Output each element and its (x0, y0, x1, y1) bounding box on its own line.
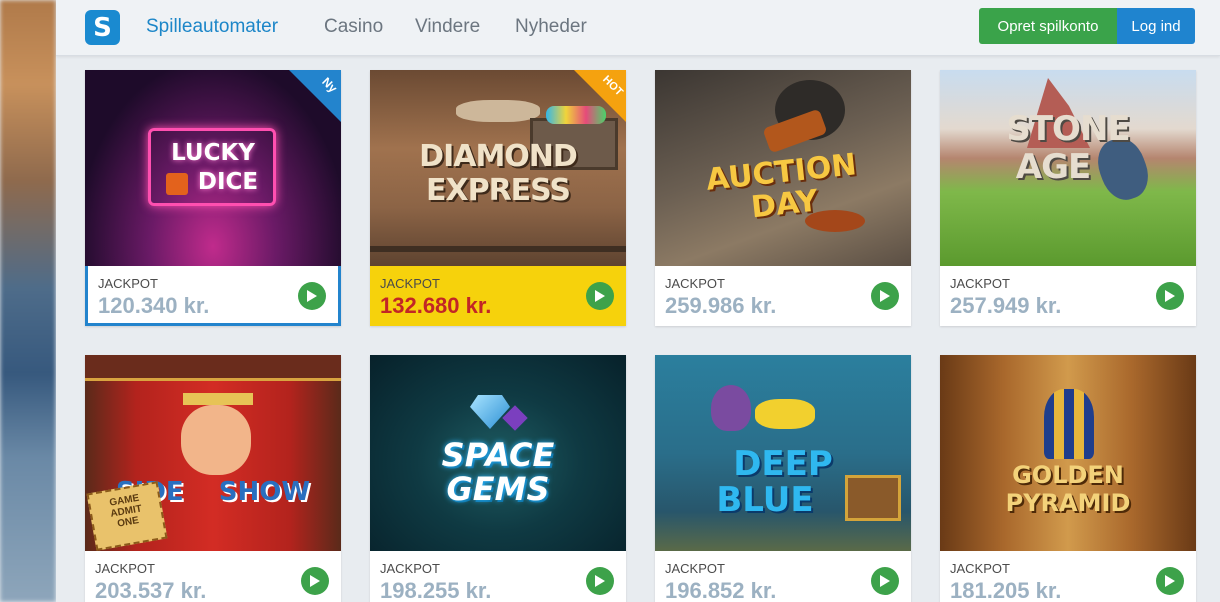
jackpot-label: JACKPOT (380, 276, 440, 291)
jackpot-panel: JACKPOT 120.340 kr. (85, 266, 341, 326)
jackpot-panel: JACKPOT 132.680 kr. (370, 266, 626, 326)
nav-casino[interactable]: Casino (324, 16, 383, 38)
background-blur (0, 0, 56, 602)
skull-art (456, 100, 540, 122)
jackpot-label: JACKPOT (665, 561, 725, 576)
game-thumbnail[interactable]: AUCTION DAY (655, 70, 911, 266)
game-title-line: EXPRESS (425, 173, 571, 208)
game-card-space-gems[interactable]: SPACE GEMS JACKPOT 198.255 kr. (370, 355, 626, 602)
play-icon[interactable] (1156, 567, 1184, 595)
nav-spilleautomater[interactable]: Spilleautomater (146, 16, 278, 38)
game-card-auction-day[interactable]: AUCTION DAY JACKPOT 259.986 kr. (655, 70, 911, 326)
play-icon[interactable] (871, 282, 899, 310)
game-title-line: GOLDEN (1012, 461, 1124, 489)
pharaoh-mask-art (1044, 389, 1094, 459)
play-icon[interactable] (1156, 282, 1184, 310)
logo-letter: S (93, 12, 112, 43)
jackpot-panel: JACKPOT 257.949 kr. (940, 266, 1196, 326)
game-thumbnail[interactable]: DEEP BLUE (655, 355, 911, 551)
stage-top-art (85, 355, 341, 381)
jackpot-label: JACKPOT (950, 561, 1010, 576)
jackpot-panel: JACKPOT 181.205 kr. (940, 551, 1196, 602)
jackpot-value: 181.205 kr. (950, 578, 1062, 602)
logo-icon[interactable]: S (85, 10, 120, 45)
rail-track (370, 246, 626, 252)
jackpot-label: JACKPOT (950, 276, 1010, 291)
jackpot-value: 203.537 kr. (95, 578, 207, 602)
jackpot-label: JACKPOT (665, 276, 725, 291)
jackpot-label: JACKPOT (98, 276, 158, 291)
hat-art (183, 393, 253, 405)
game-card-golden-pyramid[interactable]: GOLDEN PYRAMID JACKPOT 181.205 kr. (940, 355, 1196, 602)
jackpot-value: 196.852 kr. (665, 578, 777, 602)
jackpot-value: 132.680 kr. (380, 293, 492, 318)
jackpot-panel: JACKPOT 203.537 kr. (85, 551, 341, 602)
play-icon[interactable] (301, 567, 329, 595)
game-title-line: SHOW (218, 477, 311, 507)
jackpot-panel: JACKPOT 259.986 kr. (655, 266, 911, 326)
game-thumbnail[interactable]: GOLDEN PYRAMID (940, 355, 1196, 551)
jackpot-value: 120.340 kr. (98, 293, 210, 318)
ticket-art: GAME ADMIT ONE (86, 481, 168, 551)
main-area: S Spilleautomater Casino Vindere Nyheder… (56, 0, 1220, 602)
game-title-line: PYRAMID (1005, 489, 1131, 517)
top-navigation: S Spilleautomater Casino Vindere Nyheder… (56, 0, 1220, 56)
game-thumbnail[interactable]: SPACE GEMS (370, 355, 626, 551)
game-card-deep-blue[interactable]: DEEP BLUE JACKPOT 196.852 kr. (655, 355, 911, 602)
login-button[interactable]: Log ind (1117, 8, 1195, 44)
play-icon[interactable] (586, 282, 614, 310)
game-card-side-show[interactable]: SIDE SHOW GAME ADMIT ONE JACKPOT 203.537… (85, 355, 341, 602)
submarine-art (755, 399, 815, 429)
dice-icon (166, 173, 188, 195)
jackpot-label: JACKPOT (380, 561, 440, 576)
signup-button[interactable]: Opret spilkonto (979, 8, 1117, 44)
game-title-line: STONE (1006, 109, 1130, 149)
diamond-icon (470, 395, 510, 429)
octopus-art (711, 385, 751, 431)
game-title-line: GEMS (446, 470, 550, 508)
game-title-line: SPACE (441, 436, 555, 474)
game-thumbnail[interactable]: SIDE SHOW GAME ADMIT ONE (85, 355, 341, 551)
jackpot-value: 257.949 kr. (950, 293, 1062, 318)
jackpot-value: 259.986 kr. (665, 293, 777, 318)
game-thumbnail[interactable]: LUCKY DICE Ny (85, 70, 341, 266)
nav-vindere[interactable]: Vindere (415, 16, 480, 38)
gavel-block-art (805, 210, 865, 232)
play-icon[interactable] (298, 282, 326, 310)
treasure-chest-art (845, 475, 901, 521)
game-card-lucky-dice[interactable]: LUCKY DICE Ny JACKPOT 120.340 kr. (85, 70, 341, 326)
jackpot-panel: JACKPOT 198.255 kr. (370, 551, 626, 602)
game-title-line: AGE (1015, 147, 1091, 187)
jackpot-panel: JACKPOT 196.852 kr. (655, 551, 911, 602)
game-title-line: DICE (197, 169, 259, 195)
game-card-stone-age[interactable]: STONE AGE JACKPOT 257.949 kr. (940, 70, 1196, 326)
jackpot-label: JACKPOT (95, 561, 155, 576)
play-icon[interactable] (871, 567, 899, 595)
game-card-diamond-express[interactable]: DIAMOND EXPRESS HOT JACKPOT 132.680 kr. (370, 70, 626, 326)
play-icon[interactable] (586, 567, 614, 595)
game-thumbnail[interactable]: STONE AGE (940, 70, 1196, 266)
game-title-line: LUCKY (171, 140, 255, 166)
jackpot-value: 198.255 kr. (380, 578, 492, 602)
showman-face-art (181, 405, 251, 475)
game-thumbnail[interactable]: DIAMOND EXPRESS HOT (370, 70, 626, 266)
game-title-line: DIAMOND (419, 139, 578, 174)
nav-nyheder[interactable]: Nyheder (515, 16, 587, 38)
